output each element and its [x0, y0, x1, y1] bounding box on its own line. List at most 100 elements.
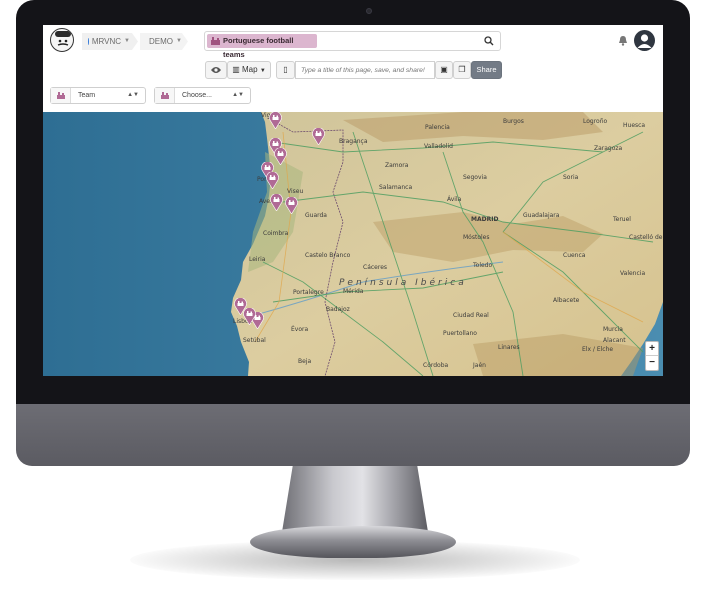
city-label: Puertollano: [443, 330, 477, 337]
search-input[interactable]: Portuguese football teams: [204, 31, 501, 59]
region-label: Península Ibérica: [339, 278, 467, 288]
view-mode-dropdown[interactable]: ▥ Map ▼: [227, 61, 271, 79]
view-mode-label: Map: [242, 65, 258, 74]
save-icon: ▣: [440, 65, 448, 74]
breadcrumb-workspace[interactable]: MRVNC ▼: [82, 33, 138, 50]
map-icon: ▥: [232, 65, 240, 74]
chevron-down-icon: ▼: [259, 68, 266, 74]
share-button[interactable]: Share: [471, 61, 502, 79]
breadcrumb-workspace-label: MRVNC: [91, 37, 122, 46]
chevron-down-icon: ▼: [124, 38, 130, 44]
chevron-down-icon: ▲▼: [232, 92, 244, 98]
team-marker[interactable]: [274, 148, 287, 165]
football-club-icon: [211, 37, 220, 45]
monitor-stand: [282, 460, 428, 532]
breadcrumb-project[interactable]: DEMO ▼: [140, 33, 188, 50]
city-label: Cuenca: [563, 252, 586, 259]
zoom-control: + −: [645, 341, 659, 371]
search-icon[interactable]: [484, 36, 494, 46]
city-label: Alacant: [603, 337, 626, 344]
city-label: Coimbra: [263, 230, 289, 237]
city-label: Mérida: [343, 288, 364, 295]
city-label: Huesca: [623, 122, 646, 129]
page-toolbar: ▥ Map ▼ ▯ ▣ ❐ Share: [43, 61, 663, 81]
city-label: Bragança: [339, 138, 368, 145]
team-marker[interactable]: [243, 308, 256, 325]
user-avatar[interactable]: [634, 30, 655, 51]
city-label: Leiria: [249, 256, 266, 263]
city-label: MADRID: [471, 216, 499, 223]
city-label: Elx / Elche: [582, 346, 614, 353]
visibility-button[interactable]: [205, 61, 227, 79]
city-label: Córdoba: [423, 362, 449, 369]
city-label: Ciudad Real: [453, 312, 489, 319]
app-logo[interactable]: [50, 28, 74, 52]
city-label: Castelo Branco: [305, 252, 351, 259]
filter-bar: Team ▲▼ Choose... ▲▼: [43, 87, 663, 105]
value-filter-select[interactable]: Choose... ▲▼: [154, 87, 251, 104]
city-label: Murcia: [603, 326, 623, 333]
city-label: Teruel: [613, 216, 631, 223]
team-marker[interactable]: [269, 112, 282, 129]
top-bar: MRVNC ▼ DEMO ▼ Portuguese football teams: [43, 25, 663, 59]
city-label: Guadalajara: [523, 212, 560, 219]
city-label: Segovia: [463, 174, 487, 181]
user-avatar-icon: [637, 34, 652, 48]
search-tag-label: Portuguese football teams: [223, 36, 294, 59]
city-label: Salamanca: [379, 184, 413, 191]
city-label: Portalegre: [293, 289, 324, 296]
page-title-input[interactable]: [295, 61, 435, 79]
team-filter-label: Team: [78, 92, 96, 99]
chevron-down-icon: ▲▼: [127, 92, 139, 98]
city-label: Toledo: [473, 262, 493, 269]
zoom-in-button[interactable]: +: [646, 342, 658, 356]
search-tag[interactable]: Portuguese football teams: [207, 34, 317, 59]
team-marker[interactable]: [270, 194, 283, 211]
city-label: Jaén: [473, 362, 486, 369]
city-label: Ávila: [447, 196, 462, 203]
city-label: Zamora: [385, 162, 409, 169]
copy-button[interactable]: ❐: [453, 61, 471, 79]
monitor: MRVNC ▼ DEMO ▼ Portuguese football teams: [0, 0, 705, 599]
map-view[interactable]: Vigo Bragança Palencia Valladolid Burgos Logr…: [43, 112, 663, 376]
city-label: Castelló de la Plana: [629, 234, 663, 241]
globe-icon: [88, 38, 89, 45]
football-club-icon: [51, 88, 71, 103]
camera-dot: [366, 8, 372, 14]
map-base: [43, 112, 663, 376]
monitor-stand-foot: [250, 526, 456, 558]
bell-icon[interactable]: [618, 35, 628, 46]
city-label: Évora: [291, 326, 309, 333]
mascot-logo-icon: [55, 31, 71, 46]
city-label: Móstoles: [463, 234, 490, 241]
team-marker[interactable]: [312, 128, 325, 145]
page-button[interactable]: ▯: [276, 61, 295, 79]
save-button[interactable]: ▣: [435, 61, 453, 79]
city-label: Burgos: [503, 118, 524, 125]
monitor-chin: [16, 404, 690, 466]
city-label: Guarda: [305, 212, 327, 219]
city-label: Linares: [498, 344, 520, 351]
zoom-out-button[interactable]: −: [646, 356, 658, 370]
city-label: Palencia: [425, 124, 450, 131]
city-label: Logroño: [583, 118, 608, 125]
eye-icon: [211, 67, 221, 73]
page-icon: ▯: [283, 65, 288, 74]
breadcrumb-project-label: DEMO: [149, 37, 173, 46]
city-label: Setúbal: [243, 337, 266, 344]
city-label: Viseu: [287, 188, 304, 195]
city-label: Albacete: [553, 297, 580, 304]
copy-icon: ❐: [458, 65, 466, 74]
football-club-icon: [155, 88, 175, 103]
city-label: Cáceres: [363, 264, 388, 271]
team-marker[interactable]: [285, 197, 298, 214]
city-label: Valladolid: [424, 143, 453, 150]
value-filter-label: Choose...: [182, 92, 212, 99]
city-label: Beja: [298, 358, 312, 365]
chevron-down-icon: ▼: [176, 38, 182, 44]
app-screen: MRVNC ▼ DEMO ▼ Portuguese football teams: [43, 25, 663, 376]
city-label: Valencia: [620, 270, 646, 277]
city-label: Badajoz: [326, 306, 350, 313]
team-marker[interactable]: [266, 172, 279, 189]
team-filter-select[interactable]: Team ▲▼: [50, 87, 146, 104]
